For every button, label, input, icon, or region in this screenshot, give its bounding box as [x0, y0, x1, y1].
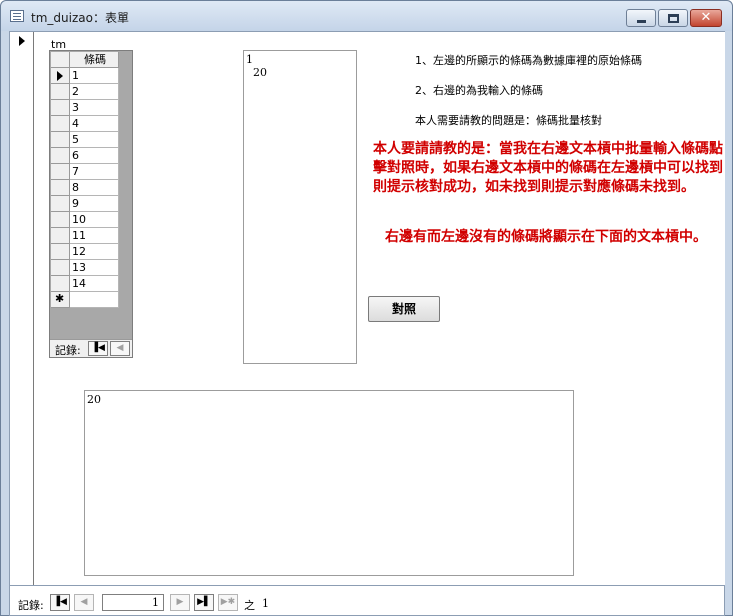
- barcode-cell[interactable]: 1: [70, 68, 119, 84]
- close-icon: ✕: [700, 10, 712, 25]
- barcode-cell[interactable]: 13: [70, 260, 119, 276]
- barcode-cell[interactable]: 8: [70, 180, 119, 196]
- tm-subform: 條碼 1234567891011121314 記錄: ▐◀ ◀: [49, 50, 133, 358]
- compare-button[interactable]: 對照: [368, 296, 440, 322]
- new-barcode-cell[interactable]: [70, 292, 119, 308]
- subform-record-nav: 記錄: ▐◀ ◀: [50, 339, 132, 357]
- previous-record-button[interactable]: ◀: [74, 594, 94, 611]
- next-record-button[interactable]: ▶: [170, 594, 190, 611]
- barcode-cell[interactable]: 9: [70, 196, 119, 212]
- barcode-cell[interactable]: 5: [70, 132, 119, 148]
- barcode-cell[interactable]: 4: [70, 116, 119, 132]
- table-row[interactable]: 13: [51, 260, 120, 276]
- row-selector[interactable]: [51, 260, 70, 276]
- barcode-cell[interactable]: 10: [70, 212, 119, 228]
- table-row[interactable]: 10: [51, 212, 120, 228]
- subform-previous-record-button[interactable]: ◀: [110, 341, 130, 356]
- window-title: tm_duizao：表單: [31, 11, 129, 25]
- table-row[interactable]: 1: [51, 68, 120, 84]
- minimize-button[interactable]: [626, 9, 656, 27]
- table-row[interactable]: 7: [51, 164, 120, 180]
- note-line-3: 本人需要請教的問題是：條碼批量核對: [415, 114, 602, 127]
- row-selector[interactable]: [51, 148, 70, 164]
- note-line-1: 1、左邊的所顯示的條碼為數據庫裡的原始條碼: [415, 54, 642, 67]
- barcode-cell[interactable]: 6: [70, 148, 119, 164]
- table-row[interactable]: 2: [51, 84, 120, 100]
- table-row[interactable]: 3: [51, 100, 120, 116]
- table-row[interactable]: 8: [51, 180, 120, 196]
- record-of-label: 之: [244, 599, 255, 612]
- row-selector[interactable]: [51, 228, 70, 244]
- row-selector[interactable]: [51, 164, 70, 180]
- missing-barcodes-textbox[interactable]: 20: [84, 390, 574, 576]
- red-instruction-1: 本人要請請教的是：當我在右邊文本槓中批量輸入條碼點擊對照時，如果右邊文本槓中的條…: [373, 141, 723, 195]
- row-selector[interactable]: [51, 244, 70, 260]
- form-record-nav: 記錄: ▐◀ ◀ 1 ▶ ▶▌ ▶✱ 之 1: [10, 585, 724, 615]
- new-record-button[interactable]: ▶✱: [218, 594, 238, 611]
- table-row[interactable]: 5: [51, 132, 120, 148]
- red-instruction-2: 右邊有而左邊沒有的條碼將顯示在下面的文本槓中。: [385, 229, 707, 245]
- row-selector[interactable]: [51, 132, 70, 148]
- row-selector[interactable]: [51, 180, 70, 196]
- note-line-2: 2、右邊的為我輸入的條碼: [415, 84, 543, 97]
- subform-first-record-button[interactable]: ▐◀: [88, 341, 108, 356]
- form-window: tm_duizao：表單 ✕ tm 條碼 1 2 3 4 5 6 7 8 9 10 11 12 13 14…: [0, 0, 733, 616]
- form-detail-section: tm 條碼 1234567891011121314 記錄: ▐◀ ◀ 1 20 …: [35, 32, 725, 585]
- last-record-button[interactable]: ▶▌: [194, 594, 214, 611]
- subform-nav-label: 記錄:: [55, 344, 81, 357]
- current-record-input[interactable]: 1: [102, 594, 164, 611]
- barcode-cell[interactable]: 11: [70, 228, 119, 244]
- datasheet-header: 條碼: [51, 52, 120, 68]
- barcode-datasheet: 條碼 1 2 3 4 5 6 7 8 9 10 11 12 13 14: [51, 52, 120, 308]
- window-controls: ✕: [624, 9, 722, 27]
- new-record-selector-icon[interactable]: [51, 292, 70, 308]
- maximize-button[interactable]: [658, 9, 688, 27]
- table-row[interactable]: 14: [51, 276, 120, 292]
- first-record-button[interactable]: ▐◀: [50, 594, 70, 611]
- row-selector-current[interactable]: [51, 68, 70, 84]
- title-bar[interactable]: tm_duizao：表單 ✕: [1, 1, 732, 31]
- barcode-cell[interactable]: 7: [70, 164, 119, 180]
- row-selector[interactable]: [51, 212, 70, 228]
- form-client-area: tm 條碼 1234567891011121314 記錄: ▐◀ ◀ 1 20 …: [9, 31, 725, 616]
- table-row[interactable]: 6: [51, 148, 120, 164]
- select-all-corner[interactable]: [51, 52, 70, 68]
- input-barcodes-textbox[interactable]: 1 20: [243, 50, 357, 364]
- column-header-barcode[interactable]: 條碼: [70, 52, 119, 68]
- table-row[interactable]: 11: [51, 228, 120, 244]
- row-selector[interactable]: [51, 100, 70, 116]
- row-selector[interactable]: [51, 84, 70, 100]
- row-selector[interactable]: [51, 276, 70, 292]
- record-selector[interactable]: [10, 32, 34, 585]
- current-record-arrow-icon: [19, 36, 25, 46]
- barcode-cell[interactable]: 2: [70, 84, 119, 100]
- barcode-cell[interactable]: 3: [70, 100, 119, 116]
- table-row[interactable]: 4: [51, 116, 120, 132]
- row-selector[interactable]: [51, 116, 70, 132]
- barcode-cell[interactable]: 14: [70, 276, 119, 292]
- new-record-row[interactable]: [51, 292, 120, 308]
- form-icon: [10, 10, 24, 22]
- row-selector[interactable]: [51, 196, 70, 212]
- table-row[interactable]: 9: [51, 196, 120, 212]
- barcode-cell[interactable]: 12: [70, 244, 119, 260]
- table-row[interactable]: 12: [51, 244, 120, 260]
- record-total: 1: [262, 597, 269, 610]
- maximize-icon: [668, 14, 679, 23]
- record-nav-label: 記錄:: [18, 599, 44, 612]
- close-button[interactable]: ✕: [690, 9, 722, 27]
- minimize-icon: [637, 20, 646, 23]
